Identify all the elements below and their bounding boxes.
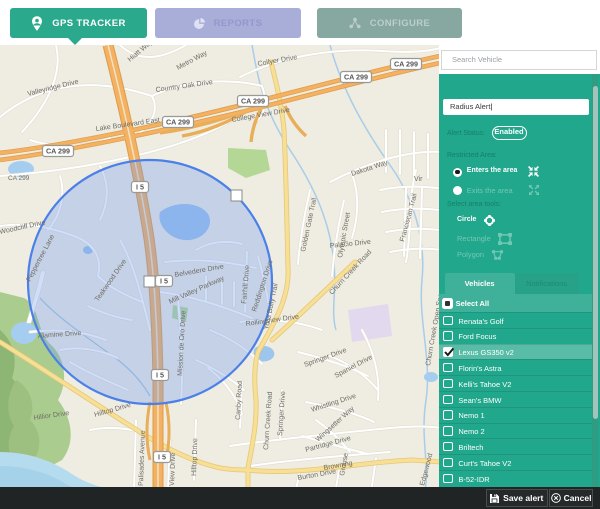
svg-text:I 5: I 5 — [158, 453, 166, 462]
svg-text:CA 299: CA 299 — [241, 97, 265, 106]
svg-text:Vir: Vir — [414, 176, 423, 183]
svg-text:I 5: I 5 — [156, 371, 164, 380]
svg-text:View Drive: View Drive — [169, 452, 177, 486]
svg-text:CA 299: CA 299 — [46, 147, 70, 156]
svg-text:Hilltop Drive: Hilltop Drive — [191, 438, 199, 476]
svg-text:CA 299: CA 299 — [394, 60, 418, 69]
svg-text:CA 299: CA 299 — [166, 118, 190, 127]
svg-text:CA 299: CA 299 — [344, 73, 368, 82]
svg-text:I 5: I 5 — [160, 277, 168, 286]
svg-text:CA 299: CA 299 — [8, 175, 30, 182]
svg-text:I 5: I 5 — [136, 183, 144, 192]
